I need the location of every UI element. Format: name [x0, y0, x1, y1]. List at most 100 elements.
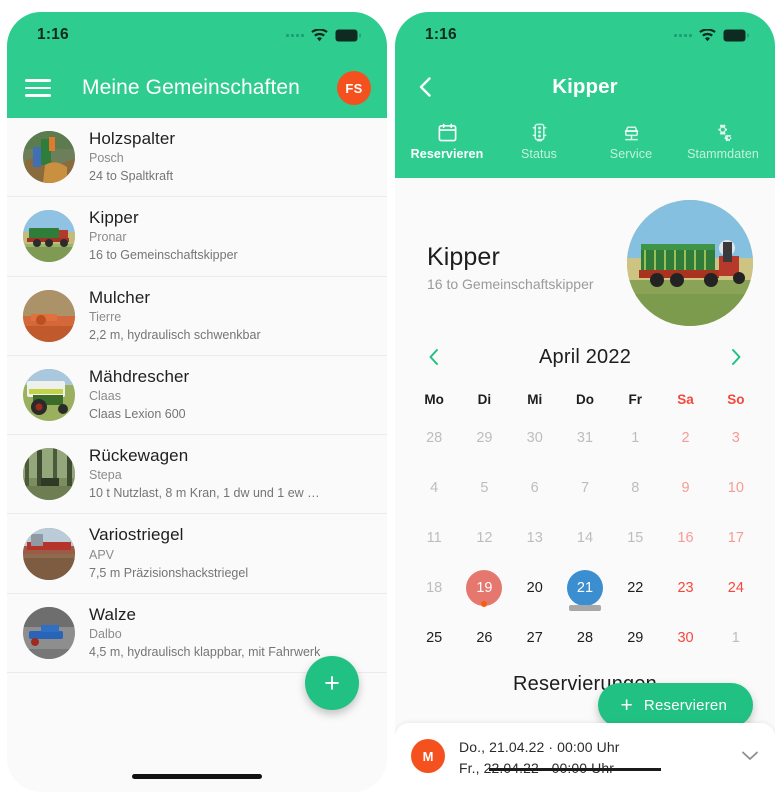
detail-header: Kipper Reservieren Status Service Stammd… [395, 58, 775, 181]
calendar-day-12[interactable]: 12 [459, 513, 509, 563]
machine-thumbnail [23, 606, 75, 659]
calendar-day-9[interactable]: 9 [660, 463, 710, 513]
machine-brand: Claas [89, 388, 121, 403]
calendar-day-25[interactable]: 25 [409, 613, 459, 663]
list-item[interactable]: Kipper Pronar 16 to Gemeinschaftskipper [7, 197, 387, 277]
machine-brand: Posch [89, 151, 124, 166]
machine-text: Holzspalter Posch 24 to Spaltkraft [89, 129, 175, 185]
list-item[interactable]: Variostriegel APV 7,5 m Präzisionshackst… [7, 514, 387, 594]
calendar-day-3[interactable]: 3 [711, 413, 761, 463]
add-machine-fab[interactable]: + [305, 656, 359, 710]
calendar-day-5[interactable]: 5 [459, 463, 509, 513]
machine-title: Walze [89, 604, 137, 624]
calendar-day-11[interactable]: 11 [409, 513, 459, 563]
machine-brand: APV [89, 547, 115, 562]
calendar-day-29[interactable]: 29 [459, 413, 509, 463]
machine-desc: 16 to Gemeinschaftskipper [89, 248, 238, 263]
calendar-day-10[interactable]: 10 [711, 463, 761, 513]
calendar-month-label: April 2022 [538, 345, 632, 368]
machine-desc: Claas Lexion 600 [89, 407, 186, 422]
calendar-grid: Mo Di Mi Do Fr Sa So 28 29 30 31 1 2 3 4 5 6 7 8 9 10… [395, 374, 775, 663]
calendar-day-dot-badge [481, 601, 488, 607]
machine-thumbnail [23, 448, 75, 501]
machine-title: Rückewagen [89, 446, 189, 466]
calendar-day-30[interactable]: 30 [660, 613, 710, 663]
reservation-strikethrough [489, 768, 661, 771]
tab-bar: Reservieren Status Service Stammdaten [395, 116, 775, 181]
machine-thumbnail [23, 131, 75, 184]
machine-desc: 24 to Spaltkraft [89, 169, 174, 184]
status-indicators [674, 28, 749, 42]
calendar-day-marker: 21 [566, 570, 603, 611]
list-item[interactable]: Rückewagen Stepa 10 t Nutzlast, 8 m Kran… [7, 435, 387, 515]
calendar-day-4[interactable]: 4 [409, 463, 459, 513]
calendar-day-17[interactable]: 17 [711, 513, 761, 563]
list-item[interactable]: Holzspalter Posch 24 to Spaltkraft [7, 118, 387, 198]
calendar-day-23[interactable]: 23 [660, 563, 710, 613]
machine-thumbnail [23, 369, 75, 422]
calendar-dow: Mo [424, 392, 444, 407]
machine-text: Variostriegel APV 7,5 m Präzisionshackst… [89, 525, 248, 581]
tab-stammdaten[interactable]: Stammdaten [677, 116, 769, 178]
wifi-icon [699, 28, 716, 42]
tab-label: Service [609, 147, 653, 161]
tab-service[interactable]: Service [585, 116, 677, 178]
calendar-day-22[interactable]: 22 [610, 563, 660, 613]
machine-title: Kipper [89, 208, 139, 228]
calendar-day-1[interactable]: 1 [711, 613, 761, 663]
calendar-day-7[interactable]: 7 [560, 463, 610, 513]
tab-label: Stammdaten [687, 147, 759, 161]
calendar-day-1[interactable]: 1 [610, 413, 660, 463]
machine-text: Walze Dalbo 4,5 m, hydraulisch klappbar,… [89, 605, 320, 661]
calendar-day-24[interactable]: 24 [711, 563, 761, 613]
detail-body: Kipper 16 to Gemeinschaftskipper April 2… [395, 178, 775, 792]
calendar-day-31[interactable]: 31 [560, 413, 610, 463]
calendar-day-21[interactable]: 21 [560, 563, 610, 613]
home-indicator [132, 774, 262, 779]
signal-dots-icon [674, 33, 692, 37]
machine-brand: Stepa [89, 468, 122, 483]
tab-label: Reservieren [410, 147, 484, 161]
machine-desc: 4,5 m, hydraulisch klappbar, mit Fahrwer… [89, 644, 321, 659]
calendar-day-15[interactable]: 15 [610, 513, 660, 563]
calendar-day-8[interactable]: 8 [610, 463, 660, 513]
calendar-day-18[interactable]: 18 [409, 563, 459, 613]
calendar-day-30[interactable]: 30 [510, 413, 560, 463]
battery-icon [723, 29, 749, 42]
calendar-day-26[interactable]: 26 [459, 613, 509, 663]
calendar-day-29[interactable]: 29 [610, 613, 660, 663]
calendar-day-14[interactable]: 14 [560, 513, 610, 563]
reservation-item[interactable]: M Do., 21.04.22 · 00:00 Uhr Fr., 22.04.2… [395, 723, 775, 779]
calendar-day-19[interactable]: 19 [459, 563, 509, 613]
calendar-dow: Di [477, 392, 492, 407]
back-icon[interactable] [413, 74, 439, 100]
hero-subtitle: 16 to Gemeinschaftskipper [427, 275, 594, 292]
menu-icon[interactable] [25, 79, 51, 97]
calendar-day-16[interactable]: 16 [660, 513, 710, 563]
hero-title: Kipper [427, 242, 500, 271]
calendar-day-28[interactable]: 28 [560, 613, 610, 663]
machine-brand: Tierre [89, 309, 122, 324]
list-item[interactable]: Mähdrescher Claas Claas Lexion 600 [7, 356, 387, 436]
tab-reservieren[interactable]: Reservieren [401, 116, 493, 181]
calendar-day-27[interactable]: 27 [510, 613, 560, 663]
reservieren-button[interactable]: + Reservieren [598, 683, 753, 727]
left-phone-screen: 1:16 Meine Gemeinschaften FS Holzspalter… [7, 12, 387, 792]
calendar-next-icon[interactable] [719, 340, 753, 374]
detail-title: Kipper [552, 75, 618, 98]
calendar-day-28[interactable]: 28 [409, 413, 459, 463]
calendar-day-13[interactable]: 13 [510, 513, 560, 563]
calendar-icon [437, 121, 458, 143]
list-item[interactable]: Mulcher Tierre 2,2 m, hydraulisch schwen… [7, 277, 387, 356]
calendar-day-2[interactable]: 2 [660, 413, 710, 463]
chevron-down-icon[interactable] [739, 750, 761, 762]
machine-title: Mulcher [89, 287, 151, 307]
hero-image [627, 200, 753, 326]
calendar-day-6[interactable]: 6 [510, 463, 560, 513]
avatar[interactable]: FS [337, 71, 371, 105]
reservation-avatar: M [411, 739, 445, 773]
calendar-prev-icon[interactable] [417, 340, 451, 374]
machine-hero: Kipper 16 to Gemeinschaftskipper [395, 178, 775, 334]
tab-status[interactable]: Status [493, 116, 585, 178]
calendar-day-20[interactable]: 20 [510, 563, 560, 613]
